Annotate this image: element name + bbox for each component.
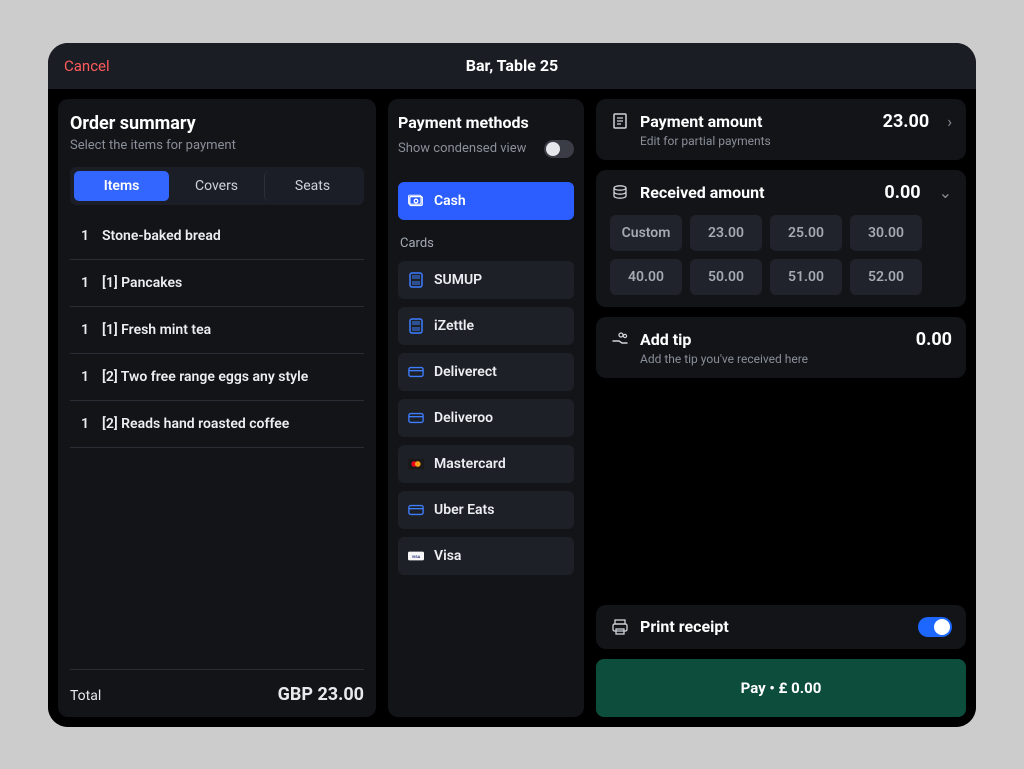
payment-method-label: Visa <box>434 548 461 564</box>
order-list: 1 Stone-baked bread 1 [1] Pancakes 1 [1]… <box>70 213 364 669</box>
order-qty: 1 <box>74 369 96 385</box>
order-total-label: Total <box>70 688 101 704</box>
payment-amount-title: Payment amount <box>640 112 762 131</box>
payment-method-deliverect[interactable]: Deliverect <box>398 353 574 391</box>
cash-icon <box>408 194 424 208</box>
payment-method-cash[interactable]: Cash <box>398 182 574 220</box>
payment-method-label: Mastercard <box>434 456 506 472</box>
order-qty: 1 <box>74 322 96 338</box>
tab-seats[interactable]: Seats <box>264 171 360 201</box>
hand-coins-icon <box>610 329 630 349</box>
amount-button[interactable]: 40.00 <box>610 259 682 295</box>
chevron-down-icon[interactable]: ⌄ <box>939 183 952 202</box>
order-item-label: [1] Fresh mint tea <box>102 322 211 338</box>
payment-method-ubereats[interactable]: Uber Eats <box>398 491 574 529</box>
print-receipt-label: Print receipt <box>640 617 729 636</box>
payment-method-deliveroo[interactable]: Deliveroo <box>398 399 574 437</box>
order-row[interactable]: 1 [1] Pancakes <box>70 260 364 307</box>
chevron-right-icon: › <box>947 112 952 131</box>
add-tip-value: 0.00 <box>916 329 952 350</box>
amount-button[interactable]: 52.00 <box>850 259 922 295</box>
order-tabs: Items Covers Seats <box>70 167 364 205</box>
order-row[interactable]: 1 [2] Reads hand roasted coffee <box>70 401 364 448</box>
card-icon <box>408 365 424 379</box>
amount-button[interactable]: 25.00 <box>770 215 842 251</box>
amount-button[interactable]: 50.00 <box>690 259 762 295</box>
condensed-toggle[interactable] <box>544 140 574 158</box>
add-tip-panel[interactable]: Add tip 0.00 Add the tip you've received… <box>596 317 966 378</box>
order-summary-heading: Order summary <box>70 113 364 134</box>
topbar: Cancel Bar, Table 25 <box>48 43 976 89</box>
amount-button[interactable]: 51.00 <box>770 259 842 295</box>
order-item-label: Stone-baked bread <box>102 228 221 244</box>
page-title: Bar, Table 25 <box>466 56 558 75</box>
receipt-icon <box>610 111 630 131</box>
right-column: Payment amount 23.00 › Edit for partial … <box>596 99 966 717</box>
payment-amount-value: 23.00 <box>883 111 930 132</box>
payment-method-label: Deliveroo <box>434 410 493 426</box>
order-row[interactable]: 1 [2] Two free range eggs any style <box>70 354 364 401</box>
payment-method-visa[interactable]: VISA Visa <box>398 537 574 575</box>
printer-icon <box>610 617 630 637</box>
svg-text:VISA: VISA <box>412 554 421 558</box>
amount-button[interactable]: 30.00 <box>850 215 922 251</box>
order-total-row: Total GBP 23.00 <box>70 669 364 705</box>
payment-amount-hint: Edit for partial payments <box>640 134 952 148</box>
order-row[interactable]: 1 [1] Fresh mint tea <box>70 307 364 354</box>
order-total-value: GBP 23.00 <box>278 684 364 705</box>
pay-button[interactable]: Pay • £ 0.00 <box>596 659 966 717</box>
card-reader-icon <box>408 273 424 287</box>
tab-items[interactable]: Items <box>74 171 169 201</box>
amount-custom-button[interactable]: Custom <box>610 215 682 251</box>
add-tip-title: Add tip <box>640 330 691 349</box>
received-amount-title: Received amount <box>640 183 765 202</box>
amount-button[interactable]: 23.00 <box>690 215 762 251</box>
order-summary-panel: Order summary Select the items for payme… <box>58 99 376 717</box>
visa-icon: VISA <box>408 549 424 563</box>
payment-method-mastercard[interactable]: Mastercard <box>398 445 574 483</box>
pos-payment-window: Cancel Bar, Table 25 Order summary Selec… <box>48 43 976 727</box>
main-content: Order summary Select the items for payme… <box>48 89 976 727</box>
card-icon <box>408 503 424 517</box>
condensed-label: Show condensed view <box>398 141 526 156</box>
order-summary-sub: Select the items for payment <box>70 138 364 153</box>
print-receipt-toggle[interactable] <box>918 617 952 637</box>
add-tip-hint: Add the tip you've received here <box>640 352 952 366</box>
received-amount-value: 0.00 <box>884 182 920 203</box>
order-item-label: [2] Two free range eggs any style <box>102 369 308 385</box>
payment-methods-heading: Payment methods <box>398 113 574 132</box>
payment-method-label: Deliverect <box>434 364 497 380</box>
payment-method-label: Cash <box>434 193 466 209</box>
payment-methods-panel: Payment methods Show condensed view Cash… <box>388 99 584 717</box>
order-item-label: [2] Reads hand roasted coffee <box>102 416 289 432</box>
order-row[interactable]: 1 Stone-baked bread <box>70 213 364 260</box>
payment-method-sumup[interactable]: SUMUP <box>398 261 574 299</box>
payment-methods-list: Cash Cards SUMUP iZettle <box>398 182 574 707</box>
payment-method-label: SUMUP <box>434 272 482 288</box>
received-amount-grid: Custom 23.00 25.00 30.00 40.00 50.00 51.… <box>610 215 952 295</box>
card-icon <box>408 411 424 425</box>
payment-method-izettle[interactable]: iZettle <box>398 307 574 345</box>
order-qty: 1 <box>74 228 96 244</box>
order-qty: 1 <box>74 416 96 432</box>
card-reader-icon <box>408 319 424 333</box>
print-receipt-panel: Print receipt <box>596 605 966 649</box>
order-item-label: [1] Pancakes <box>102 275 182 291</box>
order-qty: 1 <box>74 275 96 291</box>
mastercard-icon <box>408 457 424 471</box>
payment-method-label: iZettle <box>434 318 474 334</box>
condensed-toggle-row: Show condensed view <box>398 140 574 158</box>
coins-icon <box>610 182 630 202</box>
payment-amount-panel[interactable]: Payment amount 23.00 › Edit for partial … <box>596 99 966 160</box>
tab-covers[interactable]: Covers <box>169 171 264 201</box>
cancel-button[interactable]: Cancel <box>64 57 110 75</box>
received-amount-panel: Received amount 0.00 ⌄ Custom 23.00 25.0… <box>596 170 966 307</box>
payment-method-label: Uber Eats <box>434 502 494 518</box>
payment-methods-category: Cards <box>398 228 574 253</box>
